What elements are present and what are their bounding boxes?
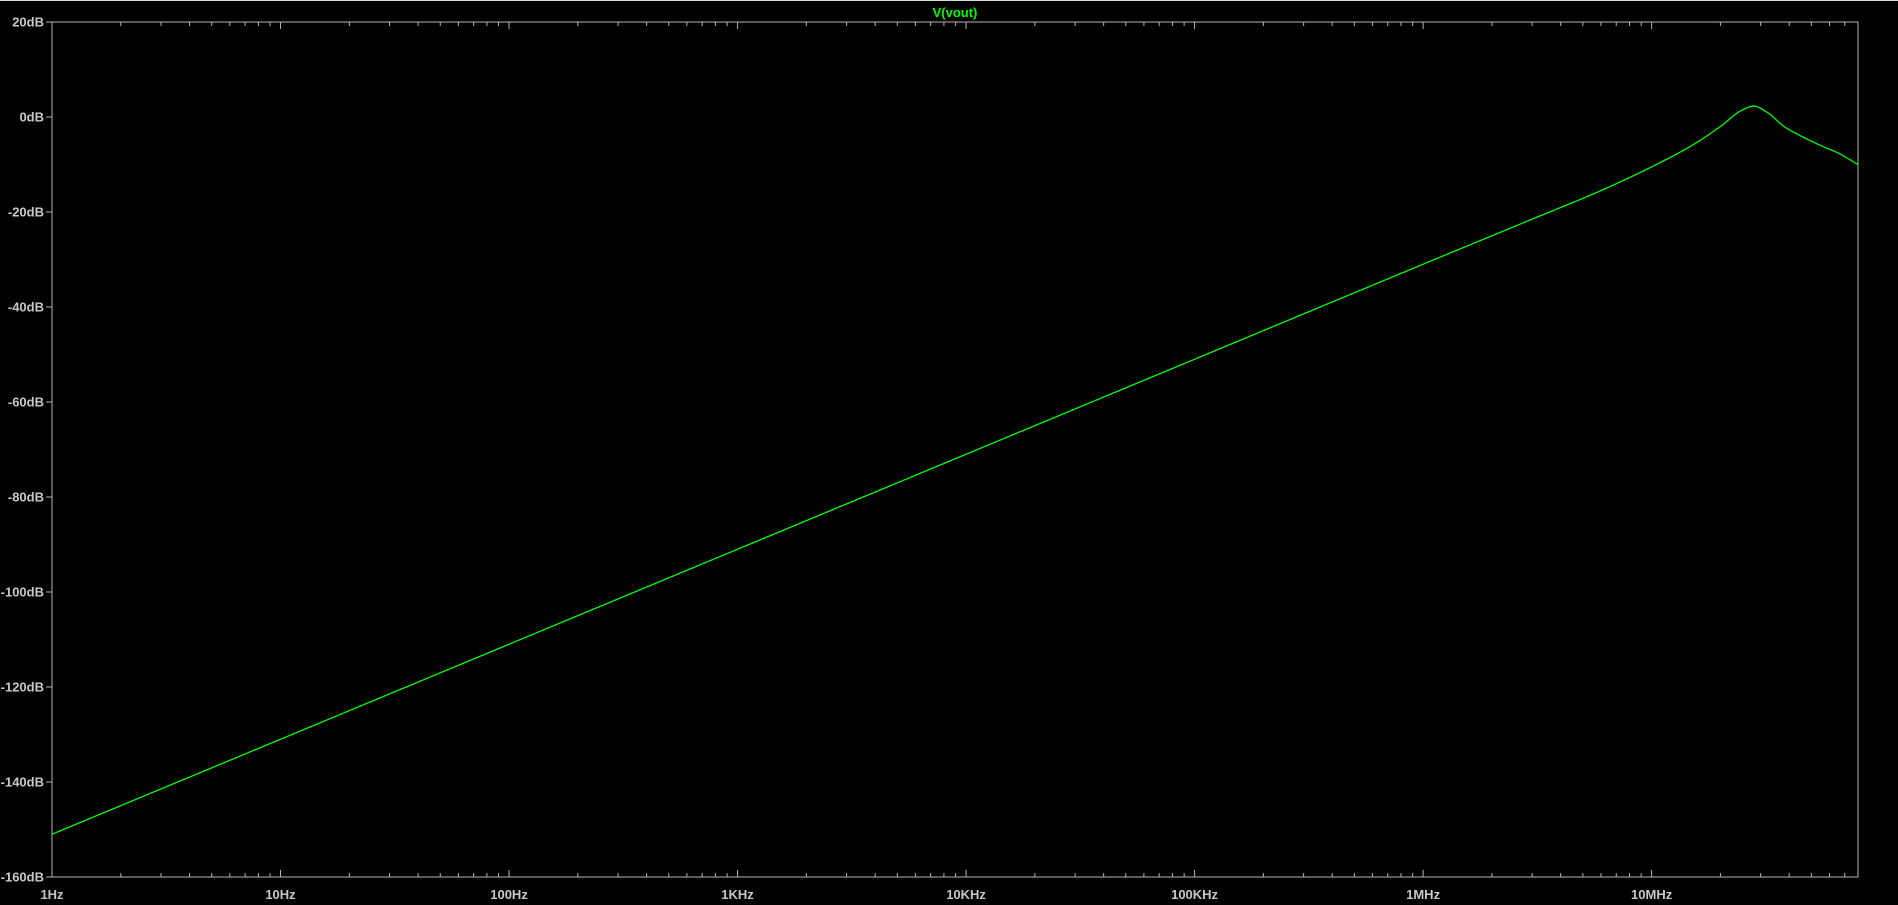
y-tick-label: 20dB	[12, 15, 44, 30]
y-tick-label: -140dB	[1, 775, 44, 790]
x-axis: 1Hz 10Hz 100Hz 1KHz 10KHz 100KHz 1MHz 10MHz	[40, 22, 1859, 902]
x-tick-label: 1Hz	[40, 887, 64, 902]
x-tick-label: 10KHz	[946, 887, 986, 902]
y-axis: 20dB 0dB -20dB -40dB -60dB -80dB -100dB -120dB -…	[1, 15, 52, 885]
x-tick-label: 100KHz	[1171, 887, 1218, 902]
y-tick-label: -100dB	[1, 585, 44, 600]
plot-window: V(vout) 20dB 0dB -20dB -40dB -60dB -80dB -100d…	[0, 0, 1898, 904]
x-tick-label: 100Hz	[490, 887, 528, 902]
x-tick-label: 1MHz	[1406, 887, 1440, 902]
trace-title[interactable]: V(vout)	[933, 5, 978, 20]
x-tick-label: 10Hz	[265, 887, 296, 902]
plot-frame	[51, 21, 1859, 878]
x-tick-label: 1KHz	[721, 887, 754, 902]
trace-line-vout	[51, 105, 1859, 835]
y-tick-label: -80dB	[8, 490, 44, 505]
y-tick-label: -160dB	[1, 870, 44, 885]
y-tick-label: -40dB	[8, 300, 44, 315]
x-tick-label: 10MHz	[1631, 887, 1673, 902]
y-tick-label: -60dB	[8, 395, 44, 410]
y-tick-label: -120dB	[1, 680, 44, 695]
trace-group	[51, 105, 1859, 835]
y-tick-label: -20dB	[8, 205, 44, 220]
bode-plot[interactable]: V(vout) 20dB 0dB -20dB -40dB -60dB -80dB -100d…	[0, 1, 1898, 905]
y-tick-label: 0dB	[19, 110, 44, 125]
